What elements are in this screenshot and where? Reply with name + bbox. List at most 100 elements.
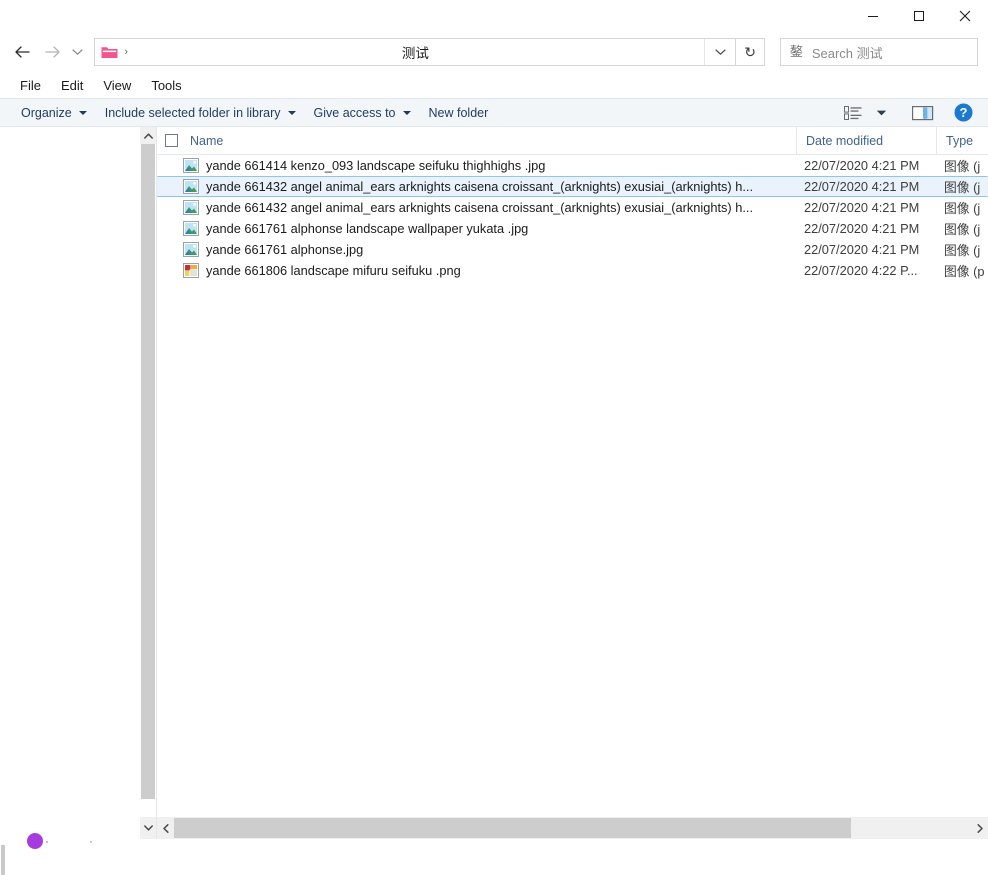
file-name-cell[interactable]: yande 661432 angel animal_ears arknights…	[158, 179, 795, 194]
maximize-button[interactable]	[896, 0, 942, 32]
file-name-label: yande 661806 landscape mifuru seifuku .p…	[206, 263, 461, 278]
window-title-bar	[0, 0, 988, 32]
window-resize-handle[interactable]	[1, 845, 5, 875]
select-all-checkbox[interactable]	[165, 134, 178, 147]
chevron-down-icon	[715, 49, 726, 55]
change-view-button[interactable]	[840, 101, 866, 124]
chevron-left-icon	[162, 823, 169, 833]
file-name-cell[interactable]: yande 661761 alphonse landscape wallpape…	[158, 221, 795, 236]
navigation-scroll-down-button[interactable]	[140, 817, 157, 839]
table-row[interactable]: yande 661761 alphonse landscape wallpape…	[157, 218, 988, 239]
file-date-cell: 22/07/2020 4:21 PM	[804, 221, 920, 236]
column-header-type[interactable]: Type	[936, 127, 988, 154]
include-in-library-label: Include selected folder in library	[104, 105, 281, 120]
back-arrow-icon	[15, 46, 30, 58]
file-type-cell: 图像 (j	[944, 222, 981, 237]
menu-item-view[interactable]: View	[93, 75, 141, 96]
scroll-left-button[interactable]	[157, 817, 174, 839]
table-row[interactable]: yande 661432 angel animal_ears arknights…	[157, 176, 988, 197]
taskbar-app-icon[interactable]	[27, 833, 43, 849]
file-type-cell: 图像 (p	[944, 264, 985, 279]
file-date-cell: 22/07/2020 4:22 P...	[804, 263, 918, 278]
forward-button[interactable]	[37, 37, 66, 67]
table-row[interactable]: yande 661414 kenzo_093 landscape seifuku…	[157, 155, 988, 176]
organize-button[interactable]: Organize	[12, 103, 96, 123]
preview-pane-icon	[912, 105, 934, 120]
help-button[interactable]: ?	[950, 101, 976, 124]
chevron-down-icon	[78, 110, 87, 115]
navigation-pane[interactable]	[0, 127, 140, 875]
table-row[interactable]: yande 661806 landscape mifuru seifuku .p…	[157, 260, 988, 281]
chevron-down-icon	[402, 110, 411, 115]
back-button[interactable]	[8, 37, 37, 67]
explorer-body: Name ⌃ Date modified Type yande 661414 k…	[0, 127, 988, 875]
forward-arrow-icon	[44, 46, 60, 58]
give-access-to-label: Give access to	[313, 105, 396, 120]
recent-locations-button[interactable]	[67, 37, 89, 67]
sort-ascending-indicator: ⌃	[467, 127, 477, 135]
address-dropdown-button[interactable]	[704, 39, 735, 65]
column-header-row: Name ⌃ Date modified Type	[157, 127, 988, 155]
file-rows: yande 661414 kenzo_093 landscape seifuku…	[157, 155, 988, 281]
scroll-thumb-vertical[interactable]	[141, 144, 155, 799]
file-list-pane[interactable]: Name ⌃ Date modified Type yande 661414 k…	[157, 127, 988, 817]
scroll-thumb-horizontal[interactable]	[174, 818, 851, 838]
chevron-up-icon	[143, 132, 153, 139]
preview-pane-button[interactable]	[910, 101, 936, 124]
address-title: 测试	[401, 46, 429, 61]
chevron-down-icon	[876, 110, 886, 115]
help-icon: ?	[954, 103, 972, 122]
organize-label: Organize	[21, 105, 72, 120]
menu-item-file[interactable]: File	[10, 75, 51, 96]
file-type-cell: 图像 (j	[944, 159, 981, 174]
bottom-scrollbar-row	[0, 817, 988, 839]
file-name-cell[interactable]: yande 661432 angel animal_ears arknights…	[158, 200, 795, 215]
table-row[interactable]: yande 661761 alphonse.jpg 22/07/2020 4:2…	[157, 239, 988, 260]
file-name-label: yande 661432 angel animal_ears arknights…	[206, 179, 754, 194]
search-box[interactable]: 鏊 Search 测试	[779, 38, 978, 66]
scroll-track-vertical[interactable]	[140, 144, 156, 817]
scroll-up-button[interactable]	[140, 127, 156, 144]
folder-icon[interactable]	[101, 45, 118, 59]
refresh-button[interactable]: ↻	[736, 38, 765, 66]
include-in-library-button[interactable]: Include selected folder in library	[96, 103, 305, 123]
file-name-cell[interactable]: yande 661414 kenzo_093 landscape seifuku…	[158, 158, 795, 173]
search-input[interactable]: Search 测试	[812, 43, 883, 62]
file-name-label: yande 661432 angel animal_ears arknights…	[206, 200, 754, 215]
give-access-to-button[interactable]: Give access to	[305, 103, 420, 123]
new-folder-button[interactable]: New folder	[420, 103, 498, 123]
svg-text:?: ?	[959, 105, 967, 120]
address-bar[interactable]: › 测试	[94, 38, 737, 66]
menu-item-edit[interactable]: Edit	[51, 75, 93, 96]
file-date-cell: 22/07/2020 4:21 PM	[804, 158, 920, 173]
column-header-type-label: Type	[946, 133, 974, 148]
column-header-name[interactable]: Name ⌃	[157, 127, 796, 154]
jpg-image-icon	[183, 158, 199, 173]
chevron-right-icon	[976, 823, 983, 833]
column-header-date-label: Date modified	[806, 133, 884, 148]
file-name-label: yande 661414 kenzo_093 landscape seifuku…	[206, 158, 546, 173]
bottom-left-filler	[0, 817, 140, 839]
file-name-cell[interactable]: yande 661806 landscape mifuru seifuku .p…	[158, 263, 795, 278]
minimize-button[interactable]	[850, 0, 896, 32]
table-row[interactable]: yande 661432 angel animal_ears arknights…	[157, 197, 988, 218]
file-list-horizontal-scrollbar[interactable]	[157, 817, 988, 839]
chevron-down-icon	[72, 49, 83, 55]
file-type-cell: 图像 (j	[944, 201, 981, 216]
refresh-icon: ↻	[744, 43, 756, 60]
column-header-date-modified[interactable]: Date modified	[796, 127, 936, 154]
scroll-right-button[interactable]	[971, 817, 988, 839]
breadcrumb: ›	[95, 45, 132, 59]
file-name-cell[interactable]: yande 661761 alphonse.jpg	[158, 242, 795, 257]
scroll-track-horizontal[interactable]	[174, 817, 971, 839]
file-date-cell: 22/07/2020 4:21 PM	[804, 242, 920, 257]
jpg-image-icon	[183, 221, 199, 236]
file-name-label: yande 661761 alphonse landscape wallpape…	[206, 221, 529, 236]
change-view-dropdown-button[interactable]	[868, 101, 894, 124]
toolbar-right-group: ?	[840, 101, 988, 124]
breadcrumb-separator[interactable]: ›	[120, 46, 132, 58]
menu-item-tools[interactable]: Tools	[141, 75, 191, 96]
navigation-pane-scrollbar[interactable]	[140, 127, 157, 817]
close-button[interactable]	[942, 0, 988, 32]
file-name-label: yande 661761 alphonse.jpg	[206, 242, 364, 257]
